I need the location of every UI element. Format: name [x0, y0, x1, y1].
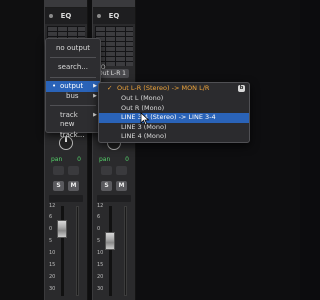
mute-button[interactable]: M: [116, 181, 127, 191]
output-value: Out L-R: [98, 70, 121, 77]
volume-display[interactable]: [97, 195, 131, 202]
fader-track: [109, 206, 112, 296]
menu-item-new-track[interactable]: new track...: [46, 119, 100, 139]
strip-header: [45, 0, 87, 8]
pan-row: pan 0: [93, 156, 135, 163]
scale-label: 15: [97, 262, 104, 268]
right-background: [136, 0, 300, 300]
menu-item-label: new track...: [60, 120, 85, 139]
menu-item-bus[interactable]: bus ▶: [46, 91, 100, 102]
write-mode-button[interactable]: [116, 166, 127, 175]
scale-label: 6: [49, 214, 53, 220]
scale-label: 12: [97, 203, 104, 209]
output-option-label: Out L (Mono): [121, 94, 164, 102]
checkmark-icon: ✓: [107, 84, 113, 92]
scale-label: 20: [97, 274, 104, 280]
solo-button[interactable]: S: [101, 181, 112, 191]
output-option-out-lr[interactable]: ✓ Out L-R (Stereo) -> MON L/R b: [99, 84, 249, 94]
link-badge-icon: b: [238, 85, 245, 92]
scale-label: 12: [49, 203, 56, 209]
output-option-out-l[interactable]: Out L (Mono): [99, 94, 249, 104]
output-option-label: LINE 3-4 (Stereo) -> LINE 3-4: [121, 113, 216, 121]
scale-label: 30: [49, 286, 56, 292]
read-mode-button[interactable]: [53, 166, 64, 175]
volume-display[interactable]: [49, 195, 83, 202]
scale-label: 20: [49, 274, 56, 280]
output-option-line-4[interactable]: LINE 4 (Mono): [99, 132, 249, 142]
scale-label: 0: [97, 226, 101, 232]
scale-label: 5: [97, 238, 101, 244]
eq-button[interactable]: EQ: [93, 8, 135, 24]
menu-item-no-output[interactable]: no output: [46, 43, 100, 54]
eq-button[interactable]: EQ: [45, 8, 87, 24]
scale-label: 10: [97, 250, 104, 256]
eq-label: EQ: [60, 12, 72, 20]
output-submenu: ✓ Out L-R (Stereo) -> MON L/R b Out L (M…: [98, 82, 250, 143]
submenu-arrow-icon: ▶: [93, 93, 97, 99]
output-option-label: Out R (Mono): [121, 103, 165, 112]
fader-handle[interactable]: [105, 232, 115, 250]
menu-item-label: track: [60, 111, 78, 119]
scale-label: 0: [49, 226, 53, 232]
strip-header: [93, 0, 135, 8]
scale-label: 10: [49, 250, 56, 256]
menu-item-label: output: [60, 82, 84, 90]
pan-label: pan: [51, 156, 63, 163]
output-option-out-r[interactable]: Out R (Mono): [99, 104, 249, 114]
menu-item-label: search...: [58, 63, 88, 71]
level-meter: [124, 206, 127, 296]
menu-divider: [50, 57, 96, 58]
scale-label: 6: [97, 214, 101, 220]
mute-button[interactable]: M: [68, 181, 79, 191]
pan-row: pan 0: [45, 156, 87, 163]
pointer-cursor-icon: [140, 112, 150, 126]
scale-label: 30: [97, 286, 104, 292]
output-option-label: Out L-R (Stereo) -> MON L/R: [117, 84, 210, 92]
level-meter: [76, 206, 79, 296]
output-option-line-3[interactable]: LINE 3 (Mono): [99, 123, 249, 133]
output-context-menu: no output search... • output ▶ bus ▶ tra…: [45, 38, 101, 139]
output-mark: 1: [122, 70, 126, 77]
menu-item-label: no output: [55, 44, 91, 52]
solo-button[interactable]: S: [53, 181, 64, 191]
menu-divider: [50, 77, 96, 78]
pan-label: pan: [99, 156, 111, 163]
menu-item-search[interactable]: search...: [46, 62, 100, 73]
eq-label: EQ: [108, 12, 120, 20]
read-mode-button[interactable]: [101, 166, 112, 175]
output-option-label: LINE 4 (Mono): [121, 132, 167, 140]
write-mode-button[interactable]: [68, 166, 79, 175]
left-background: [0, 0, 44, 300]
pan-value: 0: [125, 156, 129, 163]
fader-handle[interactable]: [57, 220, 67, 238]
menu-item-label: bus: [66, 92, 79, 100]
pan-value: 0: [77, 156, 81, 163]
output-option-line-3-4[interactable]: LINE 3-4 (Stereo) -> LINE 3-4: [99, 113, 249, 123]
scale-label: 15: [49, 262, 56, 268]
scale-label: 5: [49, 238, 53, 244]
menu-divider: [50, 105, 96, 106]
